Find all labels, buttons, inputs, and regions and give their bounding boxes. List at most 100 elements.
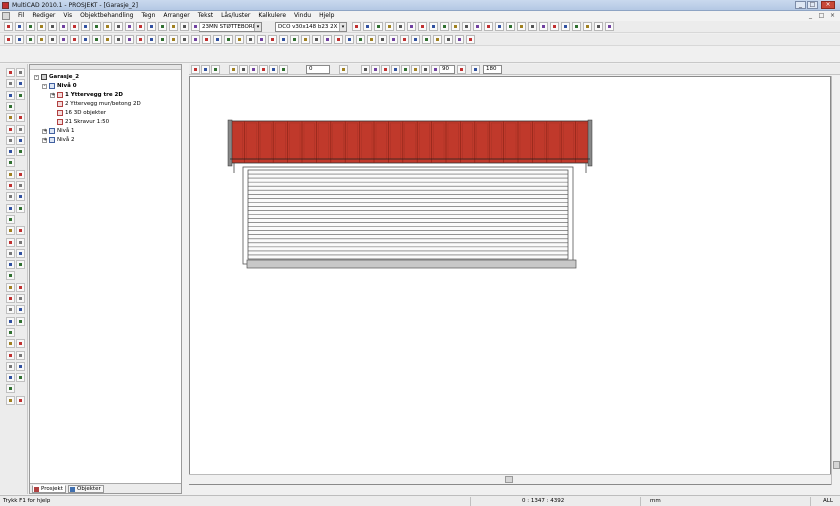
draw-tool-icon[interactable]	[422, 35, 431, 44]
palette-tool-icon[interactable]	[16, 395, 25, 405]
menu-item-2[interactable]: Vis	[59, 12, 76, 20]
chevron-down-icon[interactable]: ▾	[254, 23, 261, 31]
minimize-button[interactable]: _	[795, 1, 806, 9]
main-tool-icon[interactable]	[374, 22, 383, 31]
menu-item-0[interactable]: Fil	[14, 12, 28, 20]
palette-tool-icon[interactable]	[6, 350, 15, 360]
main-tool-icon[interactable]	[81, 22, 90, 31]
main-tool-icon[interactable]	[429, 22, 438, 31]
main-tool-icon[interactable]	[147, 22, 156, 31]
palette-tool-icon[interactable]	[6, 248, 15, 258]
draw-tool-icon[interactable]	[400, 35, 409, 44]
palette-tool-icon[interactable]	[6, 327, 15, 337]
collapse-icon[interactable]: -	[34, 74, 39, 80]
draw-tool-icon[interactable]	[15, 35, 24, 44]
draw-tool-icon[interactable]	[444, 35, 453, 44]
palette-tool-icon[interactable]	[6, 181, 15, 190]
draw-tool-icon[interactable]	[125, 35, 134, 44]
palette-tool-icon[interactable]	[6, 395, 15, 405]
palette-tool-icon[interactable]	[6, 147, 15, 157]
palette-tool-icon[interactable]	[6, 361, 15, 371]
draw-tool-icon[interactable]	[4, 35, 13, 44]
vertical-scrollbar[interactable]	[831, 76, 840, 485]
menu-item-1[interactable]: Rediger	[28, 12, 59, 20]
palette-tool-icon[interactable]	[6, 384, 15, 394]
main-tool-icon[interactable]	[158, 22, 167, 31]
palette-tool-icon[interactable]	[16, 147, 25, 157]
main-tool-icon[interactable]	[484, 22, 493, 31]
palette-tool-icon[interactable]	[16, 113, 25, 123]
palette-tool-icon[interactable]	[16, 361, 25, 371]
draw-tool-icon[interactable]	[213, 35, 222, 44]
horizontal-scrollbar[interactable]	[189, 474, 831, 484]
draw-tool-icon[interactable]	[235, 35, 244, 44]
main-tool-icon[interactable]	[191, 22, 200, 31]
main-tool-icon[interactable]	[352, 22, 361, 31]
main-tool-icon[interactable]	[605, 22, 614, 31]
draw-tool-icon[interactable]	[70, 35, 79, 44]
panel-header[interactable]	[30, 65, 181, 70]
main-tool-icon[interactable]	[363, 22, 372, 31]
main-tool-icon[interactable]	[114, 22, 123, 31]
draw-tool-icon[interactable]	[103, 35, 112, 44]
menu-item-4[interactable]: Tegn	[137, 12, 159, 20]
palette-tool-icon[interactable]	[6, 158, 15, 168]
view-tool-icon[interactable]	[339, 65, 348, 74]
draw-tool-icon[interactable]	[455, 35, 464, 44]
main-tool-icon[interactable]	[550, 22, 559, 31]
palette-tool-icon[interactable]	[6, 192, 15, 202]
palette-tool-icon[interactable]	[16, 294, 25, 303]
palette-tool-icon[interactable]	[16, 373, 25, 383]
menu-item-10[interactable]: Hjelp	[315, 12, 338, 20]
draw-tool-icon[interactable]	[290, 35, 299, 44]
draw-tool-icon[interactable]	[312, 35, 321, 44]
palette-tool-icon[interactable]	[6, 101, 15, 111]
palette-tool-icon[interactable]	[6, 90, 15, 100]
palette-tool-icon[interactable]	[6, 294, 15, 303]
main-tool-icon[interactable]	[15, 22, 24, 31]
main-tool-icon[interactable]	[385, 22, 394, 31]
view-tool-icon[interactable]	[421, 65, 430, 74]
offset-input[interactable]: 0	[306, 65, 330, 74]
main-tool-icon[interactable]	[440, 22, 449, 31]
palette-tool-icon[interactable]	[6, 68, 15, 77]
tree-root[interactable]: - Garasje_2	[34, 73, 79, 81]
palette-tool-icon[interactable]	[16, 135, 25, 145]
view-tool-icon[interactable]	[457, 65, 466, 74]
layer-combo[interactable]: 23MN STØTTEBORD ▾	[199, 22, 262, 32]
palette-tool-icon[interactable]	[6, 135, 15, 145]
palette-tool-icon[interactable]	[6, 113, 15, 123]
palette-tool-icon[interactable]	[16, 203, 25, 213]
draw-tool-icon[interactable]	[191, 35, 200, 44]
angle-input[interactable]: 90	[439, 65, 455, 74]
draw-tool-icon[interactable]	[48, 35, 57, 44]
palette-tool-icon[interactable]	[6, 271, 15, 281]
draw-tool-icon[interactable]	[389, 35, 398, 44]
close-button[interactable]: ×	[821, 1, 835, 9]
main-tool-icon[interactable]	[169, 22, 178, 31]
draw-tool-icon[interactable]	[169, 35, 178, 44]
palette-tool-icon[interactable]	[6, 214, 15, 224]
main-tool-icon[interactable]	[180, 22, 189, 31]
draw-tool-icon[interactable]	[378, 35, 387, 44]
tree-node[interactable]: 2 Yttervegg mur/betong 2D	[50, 100, 141, 108]
view-tool-icon[interactable]	[201, 65, 210, 74]
draw-tool-icon[interactable]	[59, 35, 68, 44]
main-tool-icon[interactable]	[59, 22, 68, 31]
doc-close-button[interactable]: ×	[828, 12, 837, 20]
main-tool-icon[interactable]	[517, 22, 526, 31]
draw-tool-icon[interactable]	[279, 35, 288, 44]
draw-tool-icon[interactable]	[37, 35, 46, 44]
menu-item-8[interactable]: Kalkulere	[254, 12, 290, 20]
palette-tool-icon[interactable]	[16, 124, 25, 134]
view-tool-icon[interactable]	[191, 65, 200, 74]
view-tool-icon[interactable]	[391, 65, 400, 74]
palette-tool-icon[interactable]	[6, 339, 15, 349]
main-tool-icon[interactable]	[506, 22, 515, 31]
main-tool-icon[interactable]	[462, 22, 471, 31]
main-tool-icon[interactable]	[418, 22, 427, 31]
tree-node[interactable]: - Nivå 0	[42, 82, 77, 90]
main-tool-icon[interactable]	[495, 22, 504, 31]
palette-tool-icon[interactable]	[16, 79, 25, 89]
main-tool-icon[interactable]	[528, 22, 537, 31]
